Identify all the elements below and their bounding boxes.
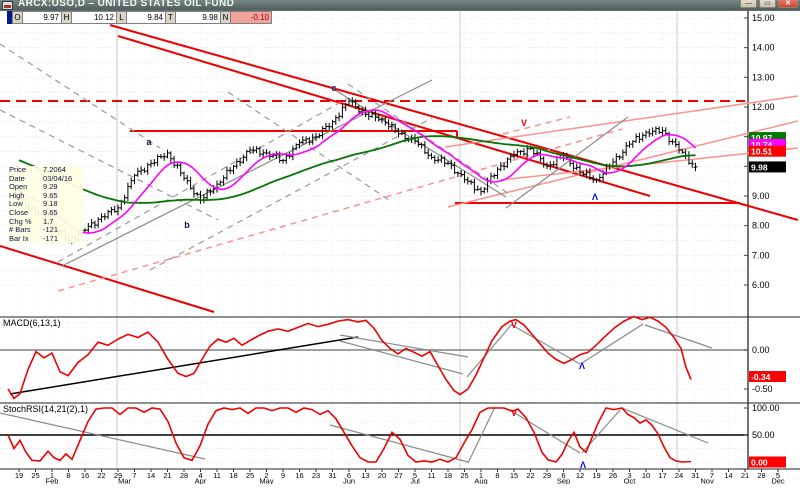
svg-text:23: 23 (312, 471, 320, 480)
svg-text:Oct: Oct (624, 477, 637, 485)
svg-text:7.00: 7.00 (752, 250, 770, 260)
svg-text:Sep: Sep (557, 477, 570, 485)
svg-text:19: 19 (15, 471, 23, 480)
svg-text:8: 8 (66, 471, 70, 480)
svg-text:-0.50: -0.50 (752, 384, 773, 394)
minimize-button[interactable]: — (740, 0, 757, 8)
svg-text:12.00: 12.00 (752, 102, 775, 112)
window-titlebar[interactable]: ARCX:USO,D – UNITED STATES OIL FUND — ▭ ✕ (0, 0, 800, 11)
annotation-V: V (521, 118, 527, 128)
svg-text:8.00: 8.00 (752, 221, 770, 231)
app-icon (2, 1, 13, 10)
price-chart[interactable]: 15.0014.0013.0012.0011.0010.009.008.007.… (0, 0, 800, 486)
maximize-button[interactable]: ▭ (759, 0, 776, 8)
svg-text:11: 11 (428, 471, 436, 480)
window-title: ARCX:USO,D – UNITED STATES OIL FUND (18, 0, 235, 9)
svg-text:24: 24 (675, 471, 683, 480)
svg-text:31: 31 (328, 471, 336, 480)
price-tags: 10.9710.7410.519.98 (749, 132, 786, 173)
svg-text:Mar: Mar (118, 477, 131, 485)
macd-panel: V Λ 0.00 -0.50 -0.34 (0, 315, 786, 400)
svg-text:16: 16 (295, 471, 303, 480)
svg-text:Jun: Jun (343, 477, 355, 485)
svg-text:26: 26 (609, 471, 617, 480)
svg-text:Dec: Dec (771, 477, 785, 485)
quote-O-value: 9.97 (22, 11, 62, 24)
macd-line (7, 315, 692, 400)
svg-text:8: 8 (495, 471, 499, 480)
svg-text:12: 12 (576, 471, 584, 480)
svg-text:28: 28 (757, 471, 765, 480)
svg-text:50.00: 50.00 (752, 430, 775, 440)
svg-text:100.00: 100.00 (752, 403, 780, 413)
svg-text:7: 7 (132, 471, 136, 480)
quote-bar: O 9.97 H 10.12 L 9.84 T 9.98 N -0.10 (7, 11, 272, 24)
svg-text:25: 25 (460, 471, 468, 480)
annotation-b: b (184, 220, 190, 230)
close-button[interactable]: ✕ (778, 0, 798, 8)
svg-text:9.00: 9.00 (752, 191, 770, 201)
svg-text:-0.34: -0.34 (751, 372, 771, 382)
svg-text:17: 17 (658, 471, 666, 480)
svg-text:15: 15 (510, 471, 518, 480)
svg-text:14: 14 (724, 471, 732, 480)
svg-text:14: 14 (147, 471, 155, 480)
svg-text:Apr: Apr (195, 477, 207, 485)
svg-text:13.00: 13.00 (752, 72, 775, 82)
info-row: Bar Ix -171 (9, 233, 59, 243)
svg-text:28: 28 (180, 471, 188, 480)
app-window: { "window": { "title": "ARCX:USO,D – UNI… (0, 0, 800, 486)
annotation-c: c (331, 83, 336, 93)
grid (0, 11, 748, 468)
svg-text:11: 11 (213, 471, 221, 480)
price-trendlines (0, 24, 799, 313)
window-controls: — ▭ ✕ (740, 0, 798, 8)
svg-text:14.00: 14.00 (752, 43, 775, 53)
stochrsi-indicator-label: StochRSI(14,21(2),1) (3, 404, 89, 414)
svg-text:31: 31 (691, 471, 699, 480)
annotation-V: V (511, 408, 517, 418)
svg-text:21: 21 (163, 471, 171, 480)
svg-text:15.00: 15.00 (752, 13, 775, 23)
annotation-Λ: Λ (592, 192, 598, 202)
svg-text:0.00: 0.00 (752, 345, 770, 355)
svg-text:May: May (259, 477, 273, 485)
svg-text:16: 16 (81, 471, 89, 480)
time-axis: 19 25 1 8 16 22 29 7 14 21 28 4 11 18 25 2 9 16 23 31 6 13 20 2… (15, 469, 785, 486)
svg-text:29: 29 (543, 471, 551, 480)
quote-H-value: 10.12 (71, 11, 117, 24)
svg-text:18: 18 (444, 471, 452, 480)
svg-text:19: 19 (592, 471, 600, 480)
svg-text:18: 18 (229, 471, 237, 480)
annotation-Λ: Λ (579, 361, 585, 371)
svg-text:Nov: Nov (700, 477, 714, 485)
annotation-V: V (511, 320, 517, 330)
svg-text:9: 9 (281, 471, 285, 480)
macd-indicator-label: MACD(6,13,1) (3, 318, 61, 328)
svg-text:25: 25 (31, 471, 39, 480)
svg-text:10: 10 (642, 471, 650, 480)
annotation-Λ: Λ (580, 460, 586, 470)
svg-text:0.00: 0.00 (751, 458, 768, 468)
svg-text:27: 27 (394, 471, 402, 480)
crosshair-info-panel: Price 7.2064 Date 03/04/16 Open 9.29 High 9.65 L… (9, 165, 83, 244)
svg-text:13: 13 (361, 471, 369, 480)
svg-text:21: 21 (741, 471, 749, 480)
svg-text:10.51: 10.51 (751, 147, 773, 157)
svg-text:22: 22 (526, 471, 534, 480)
price-axis: 15.0014.0013.0012.0011.0010.009.008.007.… (744, 11, 775, 469)
svg-text:Feb: Feb (46, 477, 59, 485)
panel-separators (0, 316, 800, 470)
svg-text:20: 20 (378, 471, 386, 480)
svg-text:Jul: Jul (410, 477, 420, 485)
svg-text:6.00: 6.00 (752, 280, 770, 290)
svg-text:9.98: 9.98 (751, 162, 768, 172)
svg-text:22: 22 (97, 471, 105, 480)
quote-T-value: 9.98 (175, 11, 221, 24)
svg-text:25: 25 (246, 471, 254, 480)
quote-N-value: -0.10 (230, 11, 272, 24)
svg-text:Aug: Aug (474, 477, 487, 485)
quote-L-value: 9.84 (126, 11, 166, 24)
